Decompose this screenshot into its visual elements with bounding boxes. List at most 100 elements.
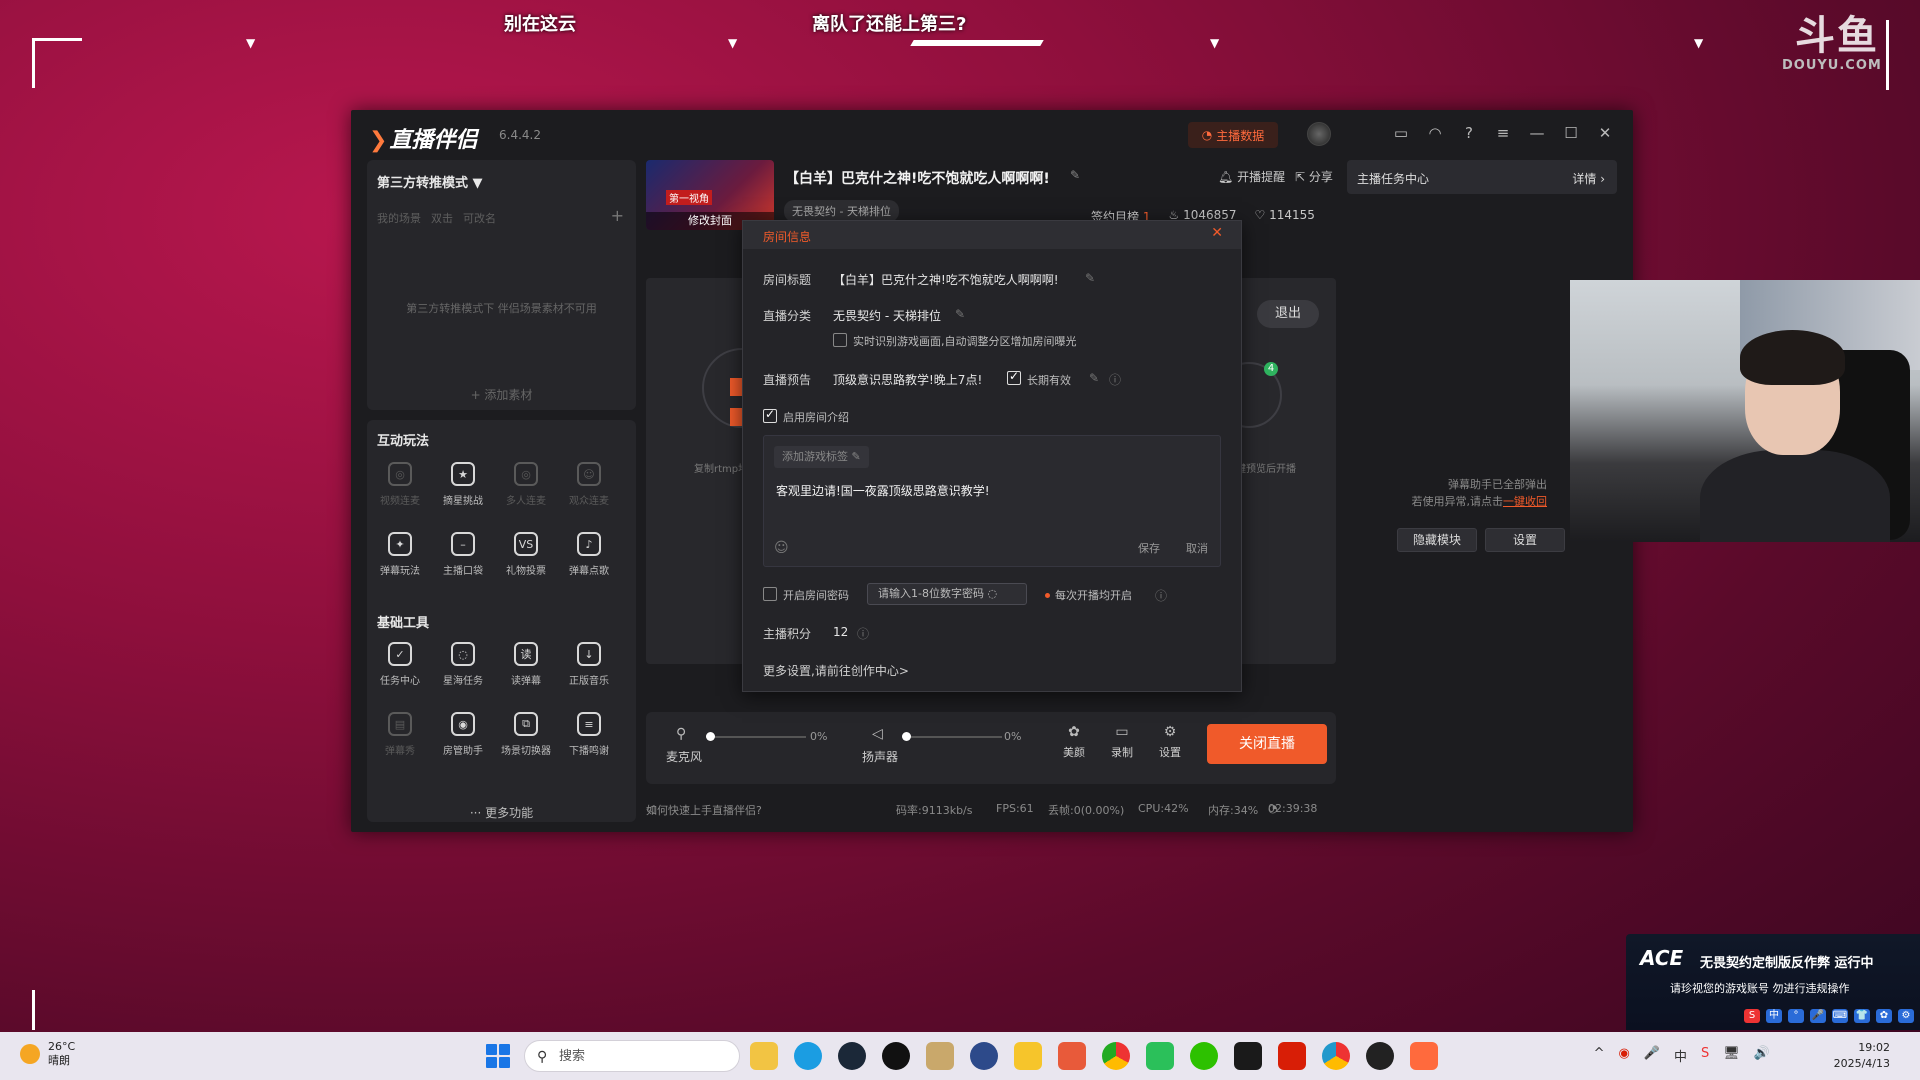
app-icon[interactable] bbox=[1234, 1042, 1262, 1070]
edit-title-icon[interactable]: ✎ bbox=[1070, 168, 1080, 182]
more-functions-button[interactable]: ··· 更多功能 bbox=[367, 804, 636, 821]
user-avatar[interactable] bbox=[1307, 122, 1331, 146]
close-icon[interactable]: ✕ bbox=[1595, 122, 1615, 144]
tool-star-challenge[interactable]: ★ 摘星挑战 bbox=[433, 462, 493, 507]
start-button[interactable] bbox=[486, 1044, 510, 1068]
app-icon[interactable] bbox=[1014, 1042, 1042, 1070]
skin-icon[interactable]: 👕 bbox=[1854, 1009, 1870, 1023]
tool-audience-link[interactable]: ☺ 观众连麦 bbox=[559, 462, 619, 507]
menu-icon[interactable]: ≡ bbox=[1493, 122, 1513, 144]
edit-room-title-icon[interactable]: ✎ bbox=[1085, 271, 1095, 285]
password-help-icon[interactable]: ⓘ bbox=[1155, 587, 1167, 604]
add-material-button[interactable]: + 添加素材 bbox=[367, 386, 636, 403]
toolbox-icon[interactable]: ✿ bbox=[1876, 1009, 1892, 1023]
punct-icon[interactable]: ° bbox=[1788, 1009, 1804, 1023]
tray-ime-icon[interactable]: 中 bbox=[1674, 1046, 1687, 1065]
intro-editor[interactable]: 添加游戏标签 ✎ 客观里边请!国一夜露顶级思路意识教学! ☺ 保存 取消 bbox=[763, 435, 1221, 567]
tray-app-icon[interactable]: ◉ bbox=[1618, 1046, 1629, 1065]
tool-licensed-music[interactable]: ↓ 正版音乐 bbox=[559, 642, 619, 687]
record-button[interactable]: ▭ 录制 bbox=[1102, 724, 1142, 760]
weather-widget[interactable]: 26°C 晴朗 bbox=[20, 1040, 75, 1068]
tool-song-request[interactable]: ♪ 弹幕点歌 bbox=[559, 532, 619, 577]
beauty-button[interactable]: ✿ 美颜 bbox=[1054, 724, 1094, 760]
exit-button[interactable]: 退出 bbox=[1257, 300, 1319, 328]
app-icon[interactable] bbox=[1058, 1042, 1086, 1070]
eye-off-icon[interactable]: ◌ bbox=[987, 587, 997, 600]
tool-task-center[interactable]: ✓ 任务中心 bbox=[370, 642, 430, 687]
close-live-button[interactable]: 关闭直播 bbox=[1207, 724, 1327, 764]
intro-cancel-button[interactable]: 取消 bbox=[1186, 540, 1208, 556]
tool-streamer-pocket[interactable]: – 主播口袋 bbox=[433, 532, 493, 577]
chrome-icon[interactable] bbox=[1102, 1042, 1130, 1070]
dialog-close-icon[interactable]: ✕ bbox=[1211, 225, 1223, 241]
settings-button[interactable]: ⚙ 设置 bbox=[1150, 724, 1190, 760]
minimize-icon[interactable]: — bbox=[1527, 122, 1547, 144]
app-icon[interactable] bbox=[926, 1042, 954, 1070]
hide-module-button[interactable]: 隐藏模块 bbox=[1397, 528, 1477, 552]
headset-icon[interactable]: ◠ bbox=[1425, 122, 1445, 144]
help-circle-icon[interactable]: ⓘ bbox=[1109, 371, 1121, 388]
file-explorer-icon[interactable] bbox=[750, 1042, 778, 1070]
tray-volume-icon[interactable]: 🔊 bbox=[1754, 1046, 1770, 1065]
room-password-checkbox[interactable] bbox=[763, 587, 777, 601]
intro-save-button[interactable]: 保存 bbox=[1138, 540, 1160, 556]
edge-icon[interactable] bbox=[794, 1042, 822, 1070]
ime-settings-icon[interactable]: ⚙ bbox=[1898, 1009, 1914, 1023]
clock[interactable]: 19:02 2025/4/13 bbox=[1834, 1040, 1890, 1072]
details-link[interactable]: 详情 › bbox=[1572, 170, 1605, 187]
add-scene-icon[interactable]: + bbox=[611, 206, 624, 225]
tool-star-sea-task[interactable]: ◌ 星海任务 bbox=[433, 642, 493, 687]
ime-icon[interactable]: S bbox=[1744, 1009, 1760, 1023]
voice-icon[interactable]: 🎤 bbox=[1810, 1009, 1826, 1023]
scene-tab[interactable]: 可改名 bbox=[463, 210, 496, 226]
streamer-data-button[interactable]: ◔ 主播数据 bbox=[1188, 122, 1278, 148]
long-valid-checkbox[interactable] bbox=[1007, 369, 1021, 385]
help-icon[interactable]: ? bbox=[1459, 122, 1479, 144]
app-icon[interactable] bbox=[970, 1042, 998, 1070]
qq-icon[interactable] bbox=[882, 1042, 910, 1070]
speaker-slider[interactable] bbox=[902, 736, 1002, 738]
mic-slider-knob[interactable] bbox=[706, 732, 715, 741]
tray-expand-icon[interactable]: ^ bbox=[1594, 1046, 1605, 1065]
tool-video-link[interactable]: ◎ 视频连麦 bbox=[370, 462, 430, 507]
speaker-icon[interactable]: ◁ bbox=[872, 726, 883, 742]
obs-icon[interactable] bbox=[1366, 1042, 1394, 1070]
tray-mic-icon[interactable]: 🎤 bbox=[1644, 1046, 1660, 1065]
creator-center-link[interactable]: 更多设置,请前往创作中心> bbox=[763, 662, 909, 679]
speaker-slider-knob[interactable] bbox=[902, 732, 911, 741]
add-game-tag-button[interactable]: 添加游戏标签 ✎ bbox=[774, 446, 869, 468]
mode-selector[interactable]: 第三方转推模式 ▼ bbox=[377, 172, 483, 191]
task-center-card[interactable]: 主播任务中心 详情 › bbox=[1347, 160, 1617, 194]
wechat-icon[interactable] bbox=[1190, 1042, 1218, 1070]
chat-icon[interactable]: ▭ bbox=[1391, 122, 1411, 144]
steam-icon[interactable] bbox=[838, 1042, 866, 1070]
tool-room-admin[interactable]: ◉ 房管助手 bbox=[433, 712, 493, 757]
tool-scene-switcher[interactable]: ⧉ 场景切换器 bbox=[496, 712, 556, 757]
scene-tab[interactable]: 双击 bbox=[431, 210, 453, 226]
app-icon[interactable] bbox=[1322, 1042, 1350, 1070]
tool-gift-vote[interactable]: VS 礼物投票 bbox=[496, 532, 556, 577]
netease-music-icon[interactable] bbox=[1278, 1042, 1306, 1070]
tool-danmu-play[interactable]: ✦ 弹幕玩法 bbox=[370, 532, 430, 577]
live-companion-icon[interactable] bbox=[1410, 1042, 1438, 1070]
tray-sogou-icon[interactable]: S bbox=[1701, 1046, 1709, 1065]
taskbar-search[interactable]: ⚲ 搜索 bbox=[524, 1040, 740, 1072]
maximize-icon[interactable]: ☐ bbox=[1561, 122, 1581, 144]
mic-icon[interactable]: ⚲ bbox=[676, 726, 686, 742]
keyboard-icon[interactable]: ⌨ bbox=[1832, 1009, 1848, 1023]
share-button[interactable]: ⇱ 分享 bbox=[1295, 168, 1333, 185]
tool-read-danmu[interactable]: 读读弹幕 bbox=[496, 642, 556, 687]
recall-link[interactable]: 一键收回 bbox=[1503, 495, 1547, 508]
auto-detect-checkbox[interactable] bbox=[833, 333, 847, 347]
tray-network-icon[interactable]: 🖥 bbox=[1723, 1046, 1740, 1065]
tool-thanks[interactable]: ≡ 下播鸣谢 bbox=[559, 712, 619, 757]
right-settings-button[interactable]: 设置 bbox=[1485, 528, 1565, 552]
password-input[interactable]: 请输入1-8位数字密码 ◌ bbox=[867, 583, 1027, 605]
category-pill[interactable]: 无畏契约 - 天梯排位 bbox=[784, 200, 899, 222]
points-help-icon[interactable]: ⓘ bbox=[857, 625, 869, 642]
enable-intro-checkbox[interactable] bbox=[763, 407, 777, 423]
ime-mode-icon[interactable]: 中 bbox=[1766, 1009, 1782, 1023]
edit-category-icon[interactable]: ✎ bbox=[955, 307, 965, 321]
live-remind-button[interactable]: 🔔︎ 开播提醒 bbox=[1218, 168, 1285, 185]
scene-tab[interactable]: 我的场景 bbox=[377, 210, 421, 226]
